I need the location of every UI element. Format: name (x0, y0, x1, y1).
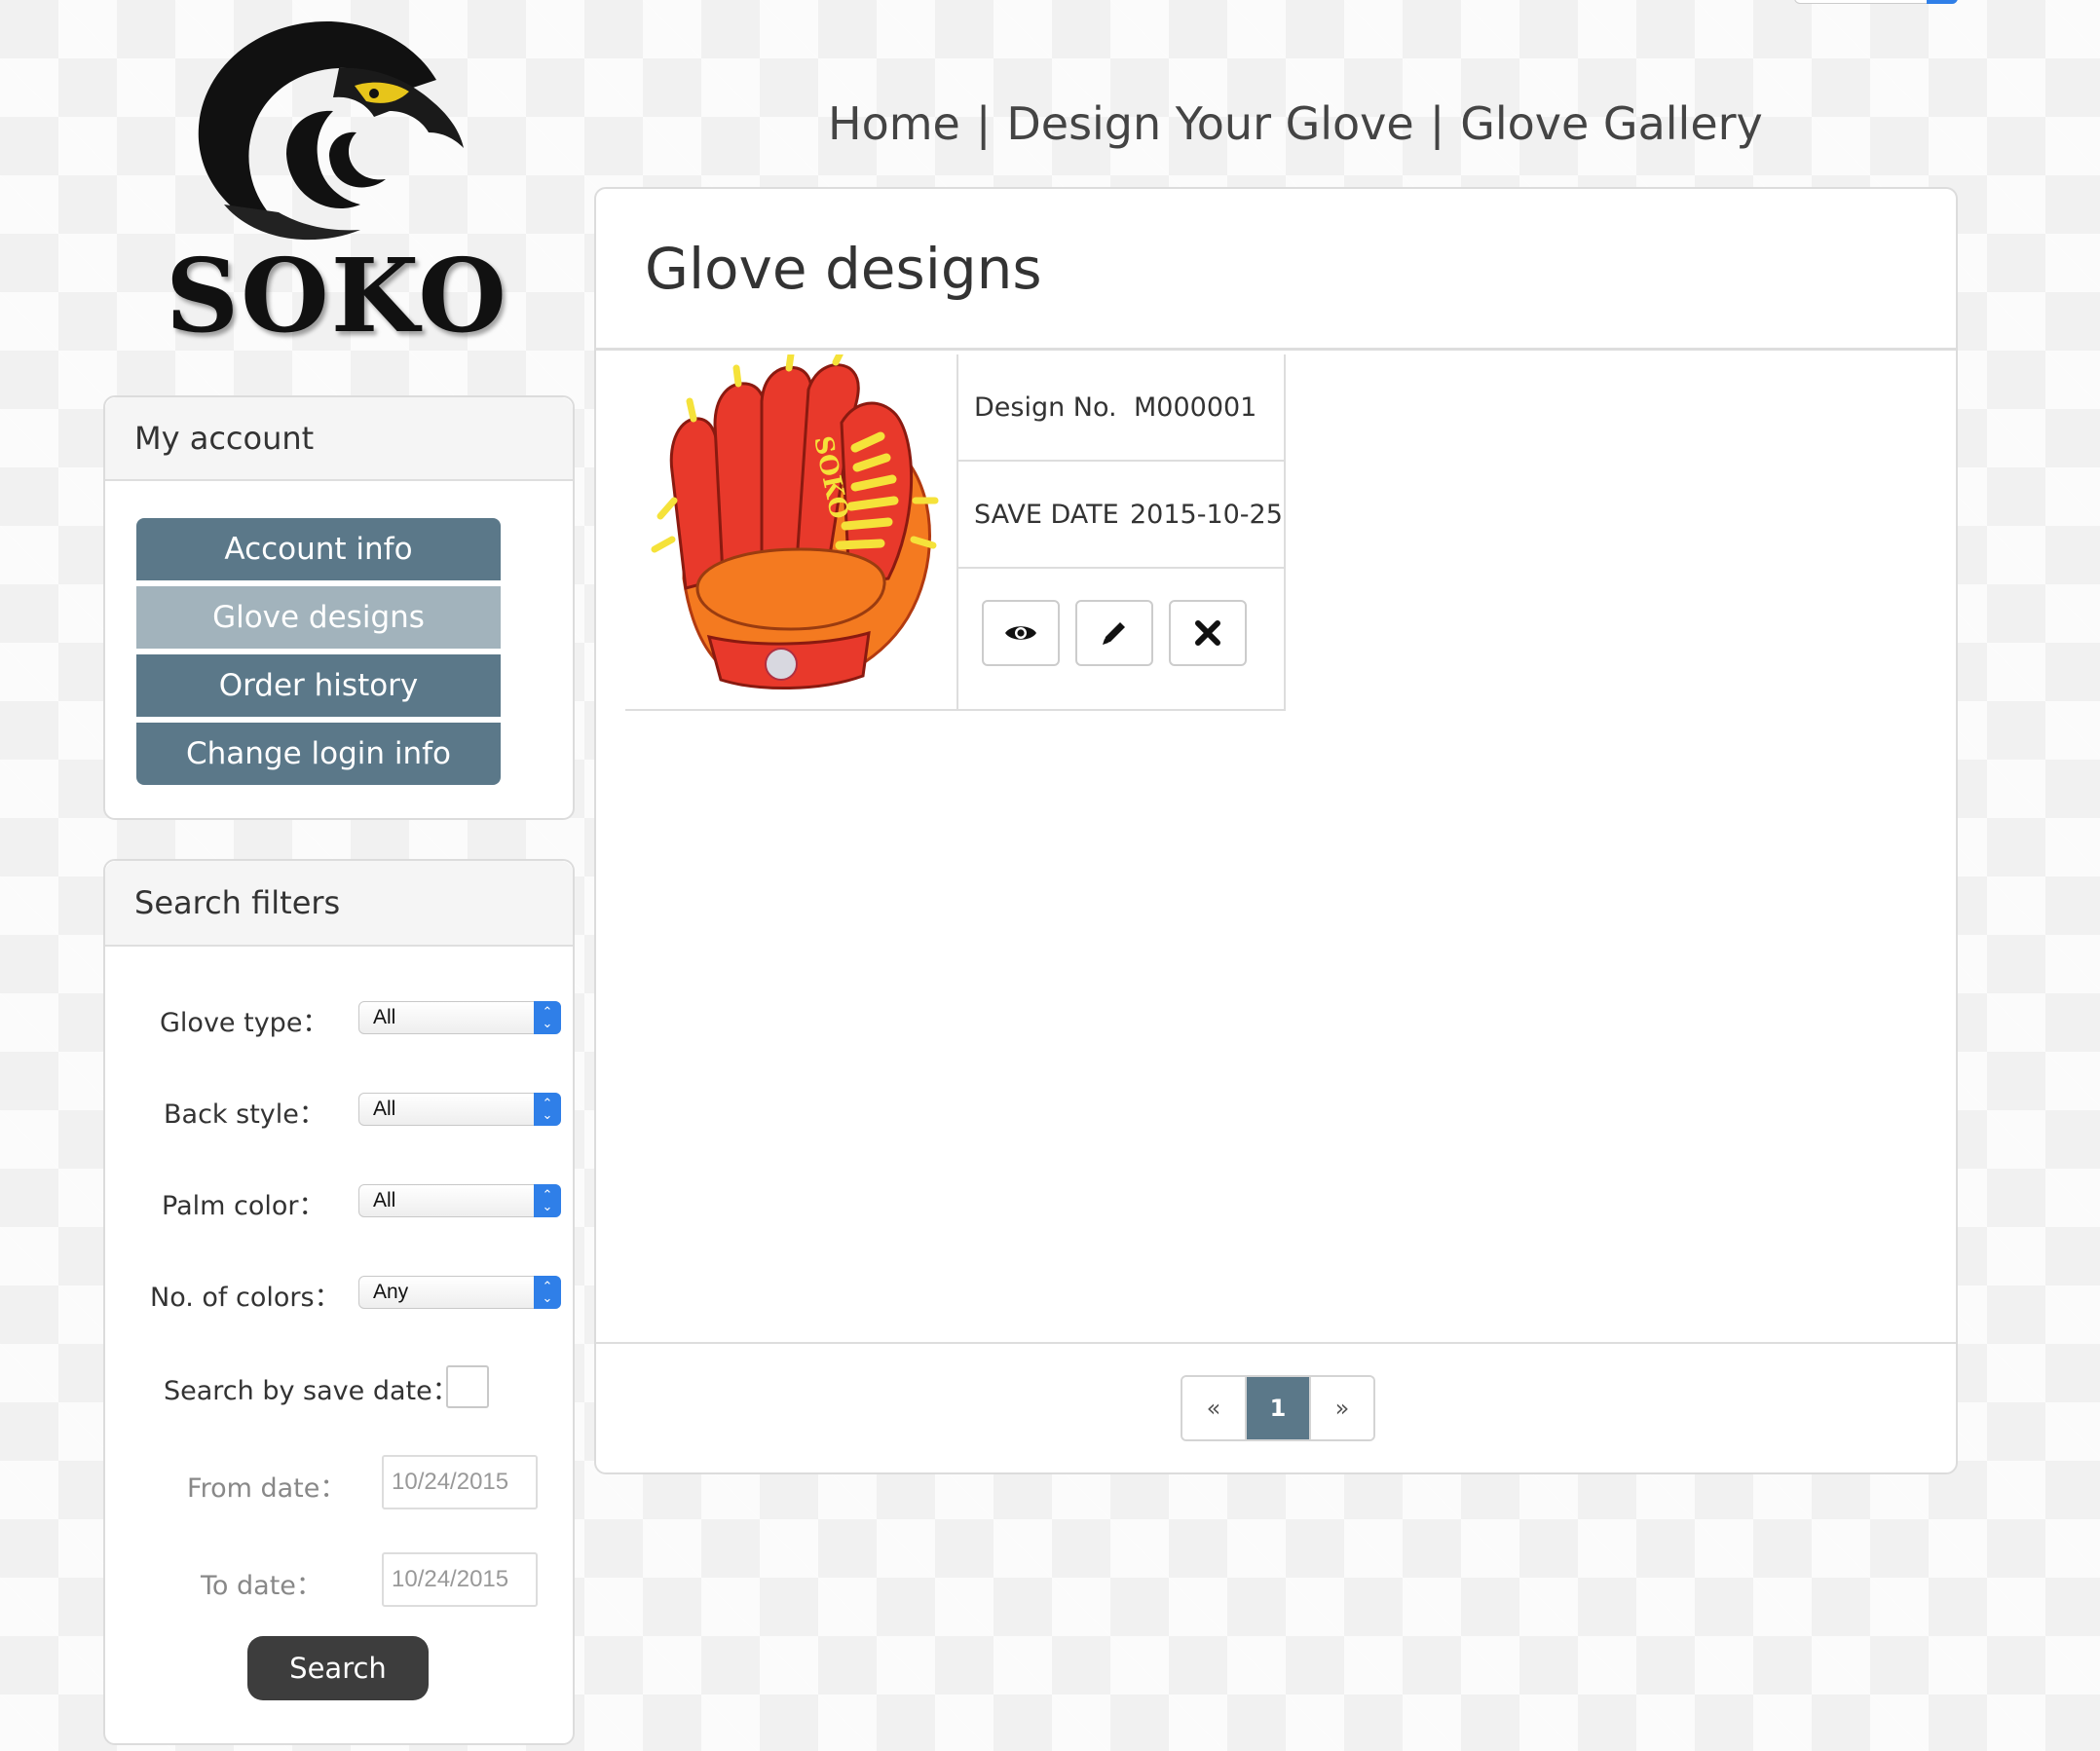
select-arrows-icon: ⌃ ⌄ (534, 1001, 561, 1034)
edit-button[interactable] (1075, 600, 1153, 666)
glove-type-value: All (373, 1006, 396, 1028)
nav-home-link[interactable]: Home (828, 97, 960, 150)
num-colors-label: No. of colors： (150, 1283, 341, 1313)
my-account-title: My account (105, 397, 573, 481)
select-arrows-icon: ⌃ ⌄ (534, 1093, 561, 1126)
design-info: Design No. M000001 SAVE DATE 2015-10-25 (958, 354, 1286, 711)
back-style-label: Back style： (164, 1099, 325, 1130)
pagination: « 1 » (1181, 1375, 1375, 1441)
menu-account-info[interactable]: Account info (136, 518, 501, 580)
save-date-checkbox[interactable] (446, 1365, 489, 1408)
back-style-select[interactable]: All ⌃ ⌄ (358, 1093, 561, 1126)
logo-text: SOKO (166, 236, 508, 355)
back-style-value: All (373, 1098, 396, 1120)
select-arrows-icon: ⌃ ⌄ (534, 1276, 561, 1309)
delete-button[interactable] (1169, 600, 1247, 666)
eye-icon (1005, 626, 1036, 640)
glove-designs-panel: Glove designs SOKO Design No. M000001 SA… (594, 187, 1958, 1474)
design-no-value: M000001 (1134, 391, 1257, 423)
nav-separator: | (975, 97, 992, 150)
design-no-label: Design No. (974, 391, 1117, 423)
search-button[interactable]: Search (247, 1636, 429, 1700)
pagination-next[interactable]: » (1309, 1377, 1373, 1439)
palm-color-select[interactable]: All ⌃ ⌄ (358, 1184, 561, 1217)
search-filters-panel: Search filters Glove type： All ⌃ ⌄ Back s… (103, 859, 575, 1745)
save-date-row: SAVE DATE 2015-10-25 (958, 462, 1284, 569)
to-date-label: To date： (201, 1571, 322, 1601)
panel-footer-divider (596, 1342, 1956, 1346)
my-account-panel: My account Account info Glove designs Or… (103, 395, 575, 820)
save-date-value: 2015-10-25 (1130, 499, 1283, 530)
page-title: Glove designs (596, 189, 1956, 351)
pagination-prev[interactable]: « (1182, 1377, 1247, 1439)
select-arrows-icon: ⌃ ⌄ (534, 1184, 561, 1217)
palm-color-value: All (373, 1189, 396, 1211)
menu-change-login-info[interactable]: Change login info (136, 723, 501, 785)
menu-order-history[interactable]: Order history (136, 654, 501, 717)
nav-gallery-link[interactable]: Glove Gallery (1460, 97, 1763, 150)
glove-image: SOKO (651, 347, 939, 690)
to-date-input[interactable]: 10/24/2015 (382, 1552, 538, 1607)
save-date-label-text: SAVE DATE (974, 499, 1119, 530)
from-date-label: From date： (187, 1473, 347, 1504)
eagle-icon (198, 20, 464, 241)
from-date-input[interactable]: 10/24/2015 (382, 1455, 538, 1509)
palm-color-label: Palm color： (162, 1191, 325, 1221)
top-partial-select-arrow[interactable] (1927, 0, 1958, 4)
menu-glove-designs[interactable]: Glove designs (136, 586, 501, 649)
nav-separator: | (1429, 97, 1445, 150)
design-no-row: Design No. M000001 (958, 354, 1284, 462)
save-date-label: Search by save date： (164, 1376, 459, 1406)
pencil-icon (1103, 622, 1125, 645)
num-colors-select[interactable]: Any ⌃ ⌄ (358, 1276, 561, 1309)
soko-logo[interactable]: SOKO (166, 10, 506, 355)
view-button[interactable] (982, 600, 1060, 666)
glove-type-select[interactable]: All ⌃ ⌄ (358, 1001, 561, 1034)
top-nav: Home | Design Your Glove | Glove Gallery (828, 97, 1763, 150)
num-colors-value: Any (373, 1281, 409, 1303)
glove-type-label: Glove type： (160, 1008, 329, 1038)
close-icon (1195, 620, 1220, 646)
nav-design-link[interactable]: Design Your Glove (1006, 97, 1413, 150)
pagination-page-1[interactable]: 1 (1247, 1377, 1309, 1439)
search-filters-title: Search filters (105, 861, 573, 947)
glove-thumbnail[interactable]: SOKO (625, 347, 958, 711)
